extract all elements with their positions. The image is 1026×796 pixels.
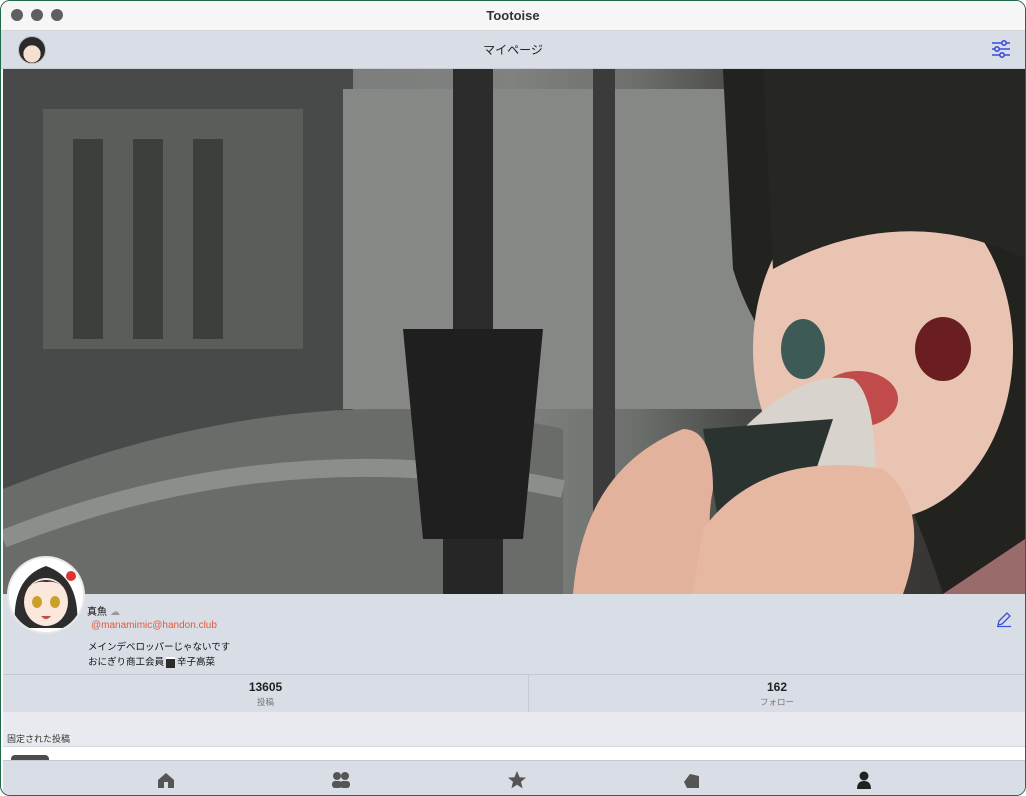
people-icon [332,772,350,788]
display-name-text: 真魚 [87,607,107,618]
window-title: Tootoise [486,8,540,23]
bio-line-1: メインデベロッパーじゃないです [88,642,231,653]
nav-header: マイページ [1,31,1025,69]
bio-line-2-suffix: 辛子高菜 [177,657,216,668]
megaphone-icon [684,774,699,788]
settings-sliders-icon[interactable] [991,40,1011,58]
edit-profile-pencil-icon[interactable] [995,610,1013,628]
account-handle[interactable]: @manamimic@handon.club [91,620,217,631]
display-name: 真魚 ☁ [87,603,120,618]
title-bar: Tootoise [1,1,1025,31]
stat-following-value: 162 [766,680,788,694]
onigiri-emoji-icon [166,656,176,668]
page-title: マイページ [483,43,543,57]
tab-bar [3,760,1025,795]
home-icon [158,773,174,788]
bio-line-2: おにぎり商工会員 辛子高菜 [88,654,215,668]
stat-posts-value: 13605 [248,680,283,694]
profile-header-image [3,69,1025,594]
tab-profile[interactable] [853,770,875,790]
cloud-icon: ☁ [110,607,120,618]
stat-posts[interactable]: 13605 投稿 [3,675,529,713]
tab-notifications[interactable] [681,770,703,790]
person-icon [857,771,871,789]
stat-following[interactable]: 162 フォロー [529,675,1025,713]
pinned-post[interactable] [3,746,1025,761]
profile-stats: 13605 投稿 162 フォロー [3,674,1025,714]
star-icon [508,771,526,789]
tab-people[interactable] [330,770,352,790]
app-window: Tootoise マイページ 真魚 ☁ @manamimic@handon.cl… [0,0,1026,796]
tab-favourites[interactable] [506,770,528,790]
stat-following-label: フォロー [759,697,794,707]
pinned-posts-label: 固定された投稿 [7,734,71,744]
bio-line-2-prefix: おにぎり商工会員 [88,657,165,668]
pinned-section [3,712,1025,746]
stat-posts-label: 投稿 [256,697,274,707]
profile-avatar[interactable] [7,556,85,634]
tab-home[interactable] [155,770,177,790]
